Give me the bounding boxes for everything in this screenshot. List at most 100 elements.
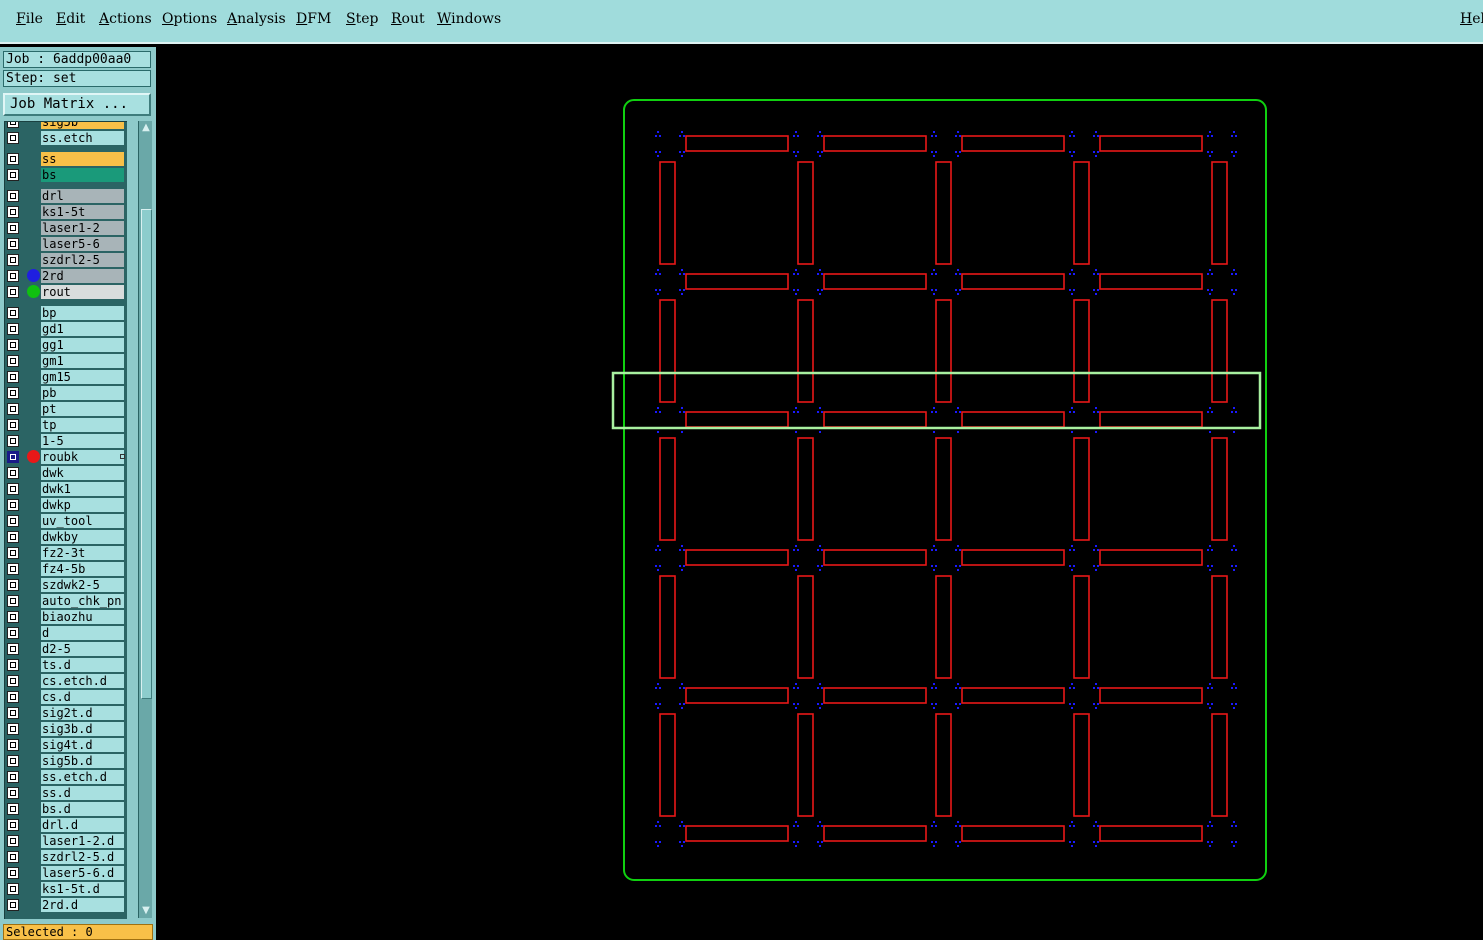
layer-name[interactable]: gm1 <box>41 354 124 368</box>
layer-name[interactable]: 2rd.d <box>41 898 124 912</box>
layer-affected-checkbox[interactable] <box>7 739 19 751</box>
layer-name[interactable]: bs.d <box>41 802 124 816</box>
layer-affected-checkbox[interactable] <box>7 270 19 282</box>
layer-row[interactable]: uv_tool <box>5 514 127 528</box>
layer-name[interactable]: dwkp <box>41 498 124 512</box>
layer-row[interactable]: drl.d <box>5 818 127 832</box>
layer-row[interactable]: sig3b.d <box>5 722 127 736</box>
menu-windows[interactable]: Windows <box>437 11 501 27</box>
layer-row[interactable]: laser5-6.d <box>5 866 127 880</box>
layer-name[interactable]: fz2-3t <box>41 546 124 560</box>
layer-name[interactable]: d <box>41 626 124 640</box>
layer-affected-checkbox[interactable] <box>7 451 19 463</box>
layer-row[interactable]: roubk <box>5 450 127 464</box>
layer-name[interactable]: dwk <box>41 466 124 480</box>
layer-list-scrollbar[interactable]: ▲ ▼ <box>138 121 152 918</box>
layer-affected-checkbox[interactable] <box>7 254 19 266</box>
layer-row[interactable]: cs.etch.d <box>5 674 127 688</box>
layer-name[interactable]: auto_chk_pn <box>41 594 124 608</box>
layer-name[interactable]: pb <box>41 386 124 400</box>
layer-affected-checkbox[interactable] <box>7 579 19 591</box>
layer-row[interactable]: dwkby <box>5 530 127 544</box>
layer-name[interactable]: szdrl2-5 <box>41 253 124 267</box>
layer-affected-checkbox[interactable] <box>7 867 19 879</box>
layer-row[interactable]: ss.d <box>5 786 127 800</box>
layer-name[interactable]: ss.etch <box>41 131 124 145</box>
layer-affected-checkbox[interactable] <box>7 307 19 319</box>
layer-affected-checkbox[interactable] <box>7 403 19 415</box>
layer-name[interactable]: uv_tool <box>41 514 124 528</box>
layer-affected-checkbox[interactable] <box>7 595 19 607</box>
job-matrix-button[interactable]: Job Matrix ... <box>3 93 151 116</box>
layer-affected-checkbox[interactable] <box>7 122 19 128</box>
layer-name[interactable]: laser5-6 <box>41 237 124 251</box>
layer-row[interactable]: d <box>5 626 127 640</box>
layer-affected-checkbox[interactable] <box>7 499 19 511</box>
layer-name[interactable]: laser1-2.d <box>41 834 124 848</box>
layer-row[interactable]: sig5b.d <box>5 754 127 768</box>
layer-name[interactable]: biaozhu <box>41 610 124 624</box>
graphics-canvas[interactable] <box>156 47 1483 940</box>
layer-row[interactable]: 1-5 <box>5 434 127 448</box>
layer-row[interactable]: tp <box>5 418 127 432</box>
menu-file[interactable]: File <box>16 11 43 27</box>
layer-display-color-icon[interactable] <box>27 285 40 298</box>
layer-name[interactable]: gg1 <box>41 338 124 352</box>
layer-affected-checkbox[interactable] <box>7 323 19 335</box>
layer-row[interactable]: 2rd.d <box>5 898 127 912</box>
scroll-thumb[interactable] <box>141 209 152 699</box>
layer-row[interactable]: ss.etch <box>5 131 127 145</box>
layer-affected-checkbox[interactable] <box>7 899 19 911</box>
layer-name[interactable]: 2rd <box>41 269 124 283</box>
layer-name[interactable]: sig3b.d <box>41 722 124 736</box>
layer-name[interactable]: sig2t.d <box>41 706 124 720</box>
layer-affected-checkbox[interactable] <box>7 339 19 351</box>
layer-affected-checkbox[interactable] <box>7 153 19 165</box>
layer-affected-checkbox[interactable] <box>7 371 19 383</box>
layer-row[interactable]: bs <box>5 168 127 182</box>
layer-row[interactable]: gd1 <box>5 322 127 336</box>
layer-row[interactable]: ks1-5t <box>5 205 127 219</box>
layer-row[interactable]: bs.d <box>5 802 127 816</box>
layer-name[interactable]: ks1-5t <box>41 205 124 219</box>
layer-row[interactable]: bp <box>5 306 127 320</box>
layer-row[interactable]: ks1-5t.d <box>5 882 127 896</box>
layer-name[interactable]: tp <box>41 418 124 432</box>
layer-affected-checkbox[interactable] <box>7 206 19 218</box>
layer-row[interactable]: laser1-2 <box>5 221 127 235</box>
menu-options[interactable]: Options <box>162 11 217 27</box>
layer-row[interactable]: drl <box>5 189 127 203</box>
layer-affected-checkbox[interactable] <box>7 531 19 543</box>
layer-row[interactable]: gg1 <box>5 338 127 352</box>
menu-analysis[interactable]: Analysis <box>227 11 286 27</box>
layer-row[interactable]: auto_chk_pn <box>5 594 127 608</box>
layer-row[interactable]: gm15 <box>5 370 127 384</box>
layer-affected-checkbox[interactable] <box>7 835 19 847</box>
layer-name[interactable]: sig4t.d <box>41 738 124 752</box>
layer-row[interactable]: ss.etch.d <box>5 770 127 784</box>
layer-name[interactable]: dwk1 <box>41 482 124 496</box>
layer-name[interactable]: d2-5 <box>41 642 124 656</box>
layer-name[interactable]: szdrl2-5.d <box>41 850 124 864</box>
layer-name[interactable]: ks1-5t.d <box>41 882 124 896</box>
layer-affected-checkbox[interactable] <box>7 851 19 863</box>
layer-name[interactable]: laser5-6.d <box>41 866 124 880</box>
layer-row[interactable]: laser1-2.d <box>5 834 127 848</box>
layer-name[interactable]: roubk <box>41 450 124 464</box>
layer-row[interactable]: gm1 <box>5 354 127 368</box>
layer-name[interactable]: ss <box>41 152 124 166</box>
scroll-up-icon[interactable]: ▲ <box>140 122 152 134</box>
layer-affected-checkbox[interactable] <box>7 483 19 495</box>
menu-dfm[interactable]: DFM <box>296 11 331 27</box>
layer-row[interactable]: szdrl2-5 <box>5 253 127 267</box>
layer-name[interactable]: pt <box>41 402 124 416</box>
layer-affected-checkbox[interactable] <box>7 286 19 298</box>
layer-row[interactable]: ts.d <box>5 658 127 672</box>
layer-name[interactable]: ss.etch.d <box>41 770 124 784</box>
layer-affected-checkbox[interactable] <box>7 169 19 181</box>
layer-affected-checkbox[interactable] <box>7 435 19 447</box>
layer-name[interactable]: sig5b.d <box>41 754 124 768</box>
layer-name[interactable]: bs <box>41 168 124 182</box>
menu-actions[interactable]: Actions <box>99 11 152 27</box>
layer-name[interactable]: gd1 <box>41 322 124 336</box>
